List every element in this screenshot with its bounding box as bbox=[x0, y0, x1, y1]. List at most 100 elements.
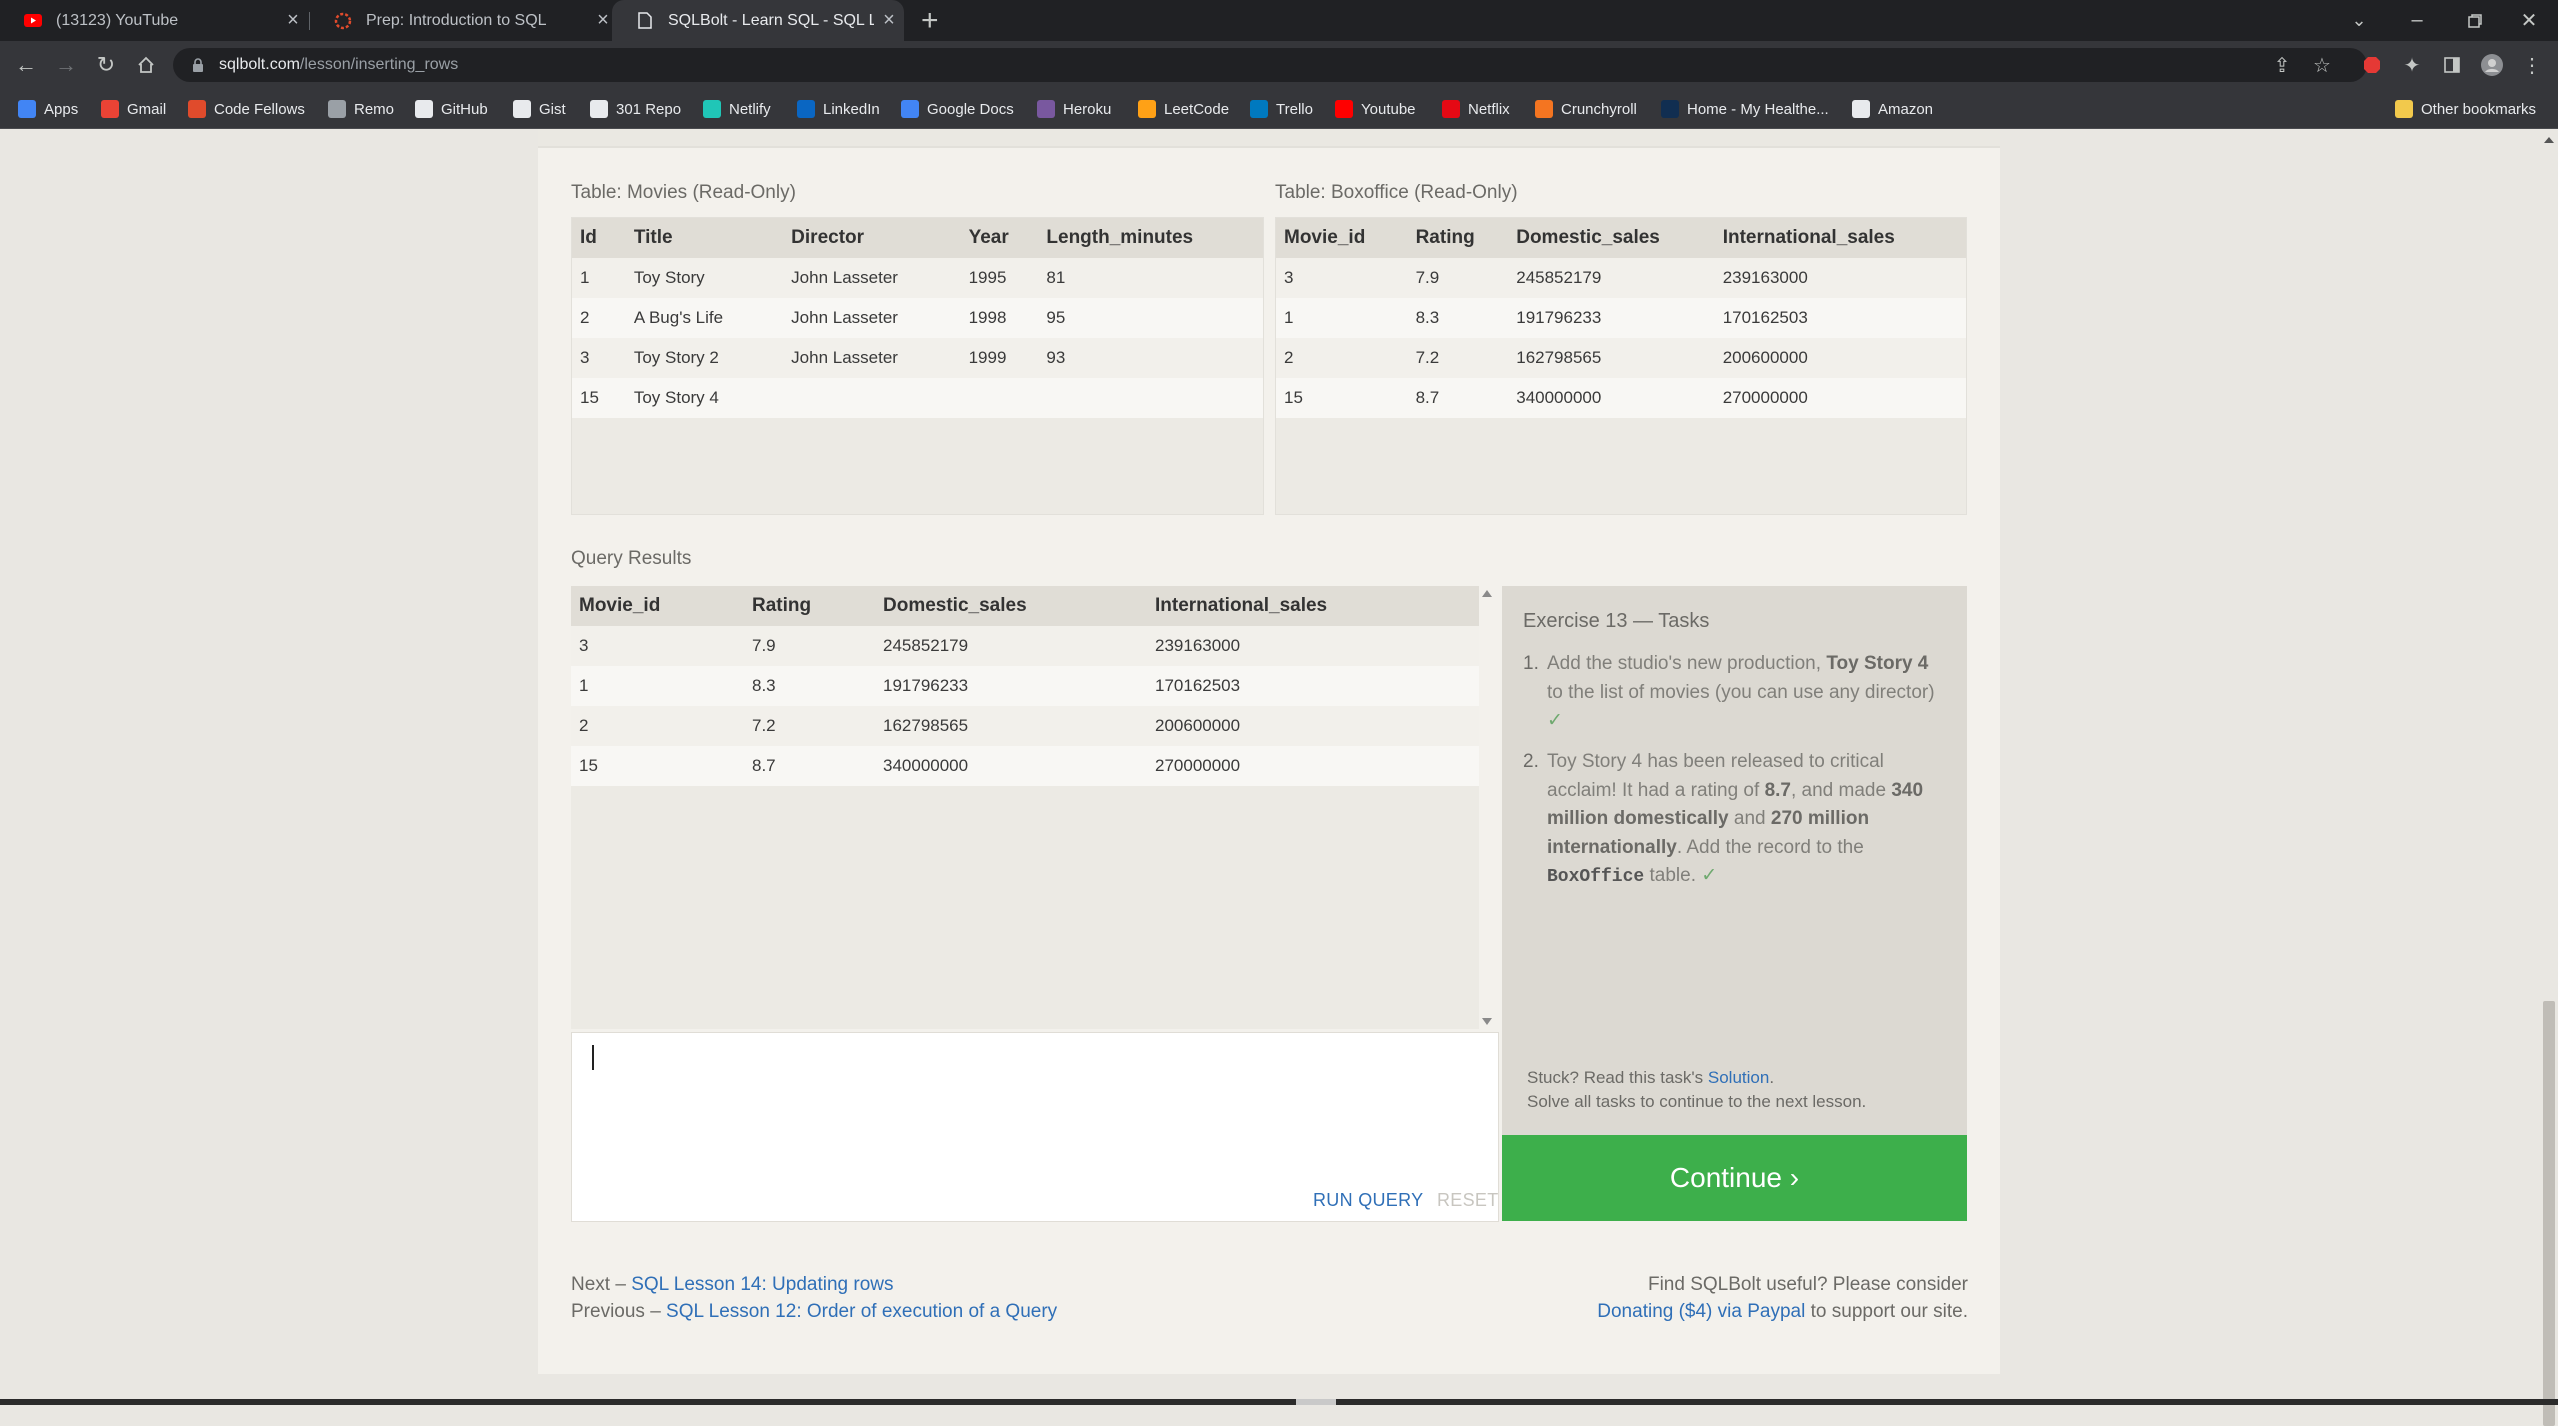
bookmark-heroku[interactable]: Heroku bbox=[1037, 89, 1111, 129]
results-column-header: Domestic_sales bbox=[875, 586, 1147, 626]
tab-search-icon[interactable]: ⌄ bbox=[2330, 0, 2388, 41]
donate-suffix: to support our site. bbox=[1805, 1301, 1968, 1322]
new-tab-icon[interactable]: + bbox=[921, 4, 939, 38]
other-bookmarks-folder[interactable]: Other bookmarks bbox=[2395, 89, 2536, 129]
star-icon[interactable]: ☆ bbox=[2306, 49, 2338, 81]
bookmark-netflix[interactable]: Netflix bbox=[1442, 89, 1510, 129]
next-lesson-link[interactable]: SQL Lesson 14: Updating rows bbox=[631, 1274, 893, 1295]
movies-column-header: Year bbox=[960, 218, 1039, 258]
run-query-button[interactable]: RUN QUERY bbox=[1313, 1190, 1423, 1211]
back-icon[interactable]: ← bbox=[10, 49, 42, 81]
bookmark-home-my-healthe[interactable]: Home - My Healthe... bbox=[1661, 89, 1829, 129]
bookmark-remo[interactable]: Remo bbox=[328, 89, 394, 129]
minimize-icon[interactable]: – bbox=[2388, 0, 2446, 41]
task-text: Add the studio's new production, bbox=[1547, 653, 1827, 674]
amazon-icon bbox=[1852, 100, 1870, 118]
forward-icon[interactable]: → bbox=[50, 49, 82, 81]
restore-icon[interactable] bbox=[2446, 0, 2504, 41]
table-cell: 270000000 bbox=[1147, 746, 1479, 786]
close-window-icon[interactable]: ✕ bbox=[2500, 0, 2558, 41]
results-header-row: Movie_id Rating Domestic_sales Internationa… bbox=[571, 586, 1479, 626]
close-tab-icon[interactable]: × bbox=[278, 9, 308, 32]
extensions-puzzle-icon[interactable]: ✦ bbox=[2396, 49, 2428, 81]
table-cell bbox=[783, 378, 961, 418]
results-column-header: International_sales bbox=[1147, 586, 1479, 626]
table-cell: 191796233 bbox=[875, 666, 1147, 706]
tab-youtube[interactable]: (13123) YouTube × bbox=[0, 0, 308, 41]
table-row: 3 7.9 245852179 239163000 bbox=[571, 626, 1479, 666]
avatar[interactable] bbox=[2476, 49, 2508, 81]
bookmark-linkedin[interactable]: LinkedIn bbox=[797, 89, 880, 129]
table-cell: 239163000 bbox=[1714, 258, 1966, 298]
query-results-caption: Query Results bbox=[571, 548, 692, 569]
table-cell: 15 bbox=[572, 378, 626, 418]
bookmark-label: Other bookmarks bbox=[2421, 100, 2537, 118]
bookmark-label: Code Fellows bbox=[214, 100, 305, 118]
share-icon[interactable]: ⇪ bbox=[2266, 49, 2298, 81]
tab-prep-intro-sql[interactable]: Prep: Introduction to SQL × bbox=[310, 0, 618, 41]
reload-icon[interactable]: ↻ bbox=[90, 49, 122, 81]
reset-button[interactable]: RESET bbox=[1437, 1190, 1499, 1211]
results-column-header: Rating bbox=[744, 586, 875, 626]
previous-lesson-link[interactable]: SQL Lesson 12: Order of execution of a Q… bbox=[666, 1301, 1057, 1322]
bookmark-label: Home - My Healthe... bbox=[1687, 100, 1829, 118]
table-row: 2 7.2 162798565 200600000 bbox=[571, 706, 1479, 746]
bookmark-github[interactable]: GitHub bbox=[415, 89, 488, 129]
bookmark-apps[interactable]: Apps bbox=[18, 89, 78, 129]
bookmark-crunchyroll[interactable]: Crunchyroll bbox=[1535, 89, 1637, 129]
bookmark-netlify[interactable]: Netlify bbox=[703, 89, 771, 129]
table-cell: 1 bbox=[571, 666, 744, 706]
boxoffice-column-header: Rating bbox=[1407, 218, 1509, 258]
folder-icon bbox=[2395, 100, 2413, 118]
trello-icon bbox=[1250, 100, 1268, 118]
extension-adblock-icon[interactable] bbox=[2356, 49, 2388, 81]
table-cell: 3 bbox=[1276, 258, 1408, 298]
codefellows-icon bbox=[334, 12, 352, 30]
table-cell: 2 bbox=[571, 706, 744, 746]
scroll-up-arrow-icon[interactable] bbox=[2544, 137, 2554, 143]
sidebar-icon[interactable] bbox=[2436, 49, 2468, 81]
bookmark-google-docs[interactable]: Google Docs bbox=[901, 89, 1014, 129]
table-cell: 8.7 bbox=[744, 746, 875, 786]
bookmark-amazon[interactable]: Amazon bbox=[1852, 89, 1933, 129]
table-cell: 95 bbox=[1038, 298, 1263, 338]
page-scrollbar[interactable] bbox=[2540, 129, 2558, 1426]
bookmark-gist[interactable]: Gist bbox=[513, 89, 566, 129]
close-tab-icon[interactable]: × bbox=[874, 9, 904, 32]
table-row: 2 7.2 162798565 200600000 bbox=[1276, 338, 1966, 378]
scrollbar-thumb[interactable] bbox=[2543, 1001, 2555, 1426]
menu-kebab-icon[interactable]: ⋮ bbox=[2516, 49, 2548, 81]
solution-link[interactable]: Solution bbox=[1708, 1068, 1769, 1087]
table-cell: 1999 bbox=[960, 338, 1039, 378]
movies-header-row: Id Title Director Year Length_minutes bbox=[572, 218, 1263, 258]
url-text: sqlbolt.com/lesson/inserting_rows bbox=[219, 56, 458, 74]
table-cell: 15 bbox=[571, 746, 744, 786]
text-cursor bbox=[592, 1045, 594, 1070]
tab-sqlbolt[interactable]: SQLBolt - Learn SQL - SQL Lesson × bbox=[612, 0, 904, 41]
bookmark-youtube[interactable]: Youtube bbox=[1335, 89, 1416, 129]
bookmark-code-fellows[interactable]: Code Fellows bbox=[188, 89, 305, 129]
address-bar[interactable]: sqlbolt.com/lesson/inserting_rows bbox=[173, 48, 2367, 82]
bookmark-trello[interactable]: Trello bbox=[1250, 89, 1313, 129]
lesson-top-strip bbox=[538, 129, 2000, 148]
table-cell: 2 bbox=[572, 298, 626, 338]
movies-table: Id Title Director Year Length_minutes 1 Toy St… bbox=[571, 217, 1264, 515]
home-icon[interactable] bbox=[130, 49, 162, 81]
donate-link[interactable]: Donating ($4) via Paypal bbox=[1597, 1301, 1805, 1322]
boxoffice-column-header: Movie_id bbox=[1276, 218, 1408, 258]
bookmark-gmail[interactable]: Gmail bbox=[101, 89, 166, 129]
table-row: 15 8.7 340000000 270000000 bbox=[571, 746, 1479, 786]
bookmark-301-repo[interactable]: 301 Repo bbox=[590, 89, 681, 129]
task-2-text: Toy Story 4 has been released to critica… bbox=[1547, 748, 1948, 892]
table-cell: 200600000 bbox=[1714, 338, 1966, 378]
scroll-up-arrow-icon[interactable] bbox=[1482, 590, 1492, 597]
va-icon bbox=[1661, 100, 1679, 118]
bookmark-leetcode[interactable]: LeetCode bbox=[1138, 89, 1229, 129]
scroll-down-arrow-icon[interactable] bbox=[1482, 1018, 1492, 1025]
results-scrollbar[interactable] bbox=[1478, 586, 1497, 1029]
movies-column-header: Length_minutes bbox=[1038, 218, 1263, 258]
codefellows-icon bbox=[188, 100, 206, 118]
previous-lesson-line: Previous – SQL Lesson 12: Order of execu… bbox=[571, 1301, 1057, 1323]
continue-button[interactable]: Continue › bbox=[1502, 1135, 1967, 1221]
table-cell: 200600000 bbox=[1147, 706, 1479, 746]
